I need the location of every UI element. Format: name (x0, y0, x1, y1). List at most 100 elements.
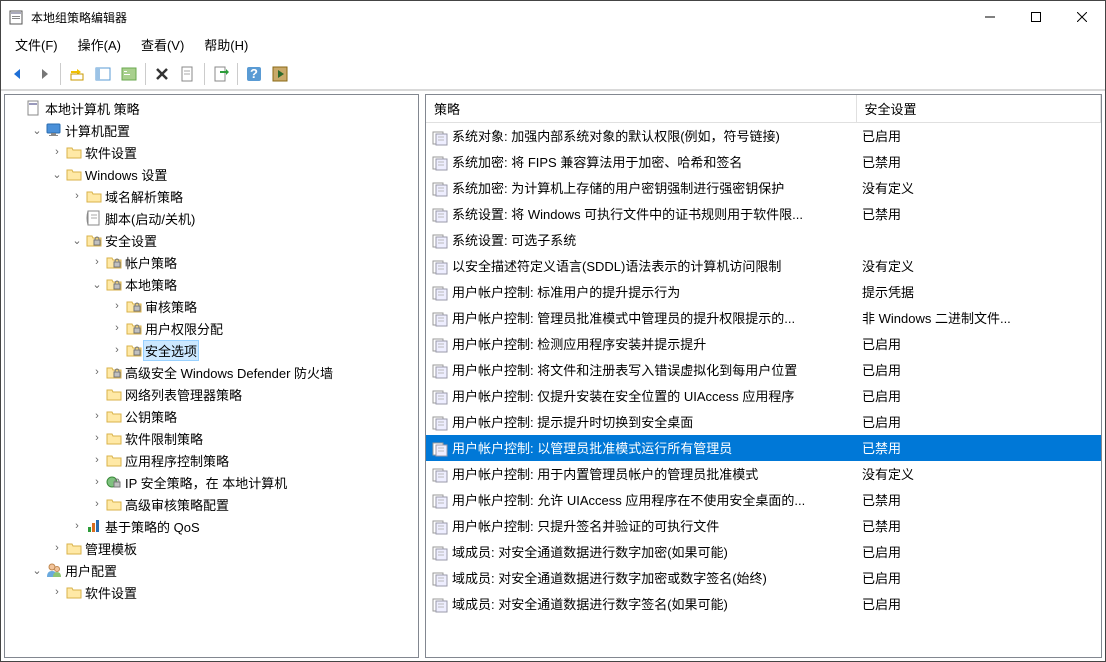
fold-icon (65, 144, 83, 160)
delete-button[interactable] (150, 62, 174, 86)
policy-row[interactable]: 用户帐户控制: 以管理员批准模式运行所有管理员已禁用 (426, 435, 1101, 461)
policy-row[interactable]: 用户帐户控制: 仅提升安装在安全位置的 UIAccess 应用程序已启用 (426, 383, 1101, 409)
user-icon (45, 562, 63, 578)
policy-row[interactable]: 用户帐户控制: 用于内置管理员帐户的管理员批准模式没有定义 (426, 461, 1101, 487)
expand-icon[interactable]: › (89, 410, 105, 422)
nav-back-button[interactable] (6, 62, 30, 86)
tree-node[interactable]: ›公钥策略 (5, 405, 418, 427)
expand-icon[interactable]: › (89, 432, 105, 444)
tree-node[interactable]: ›应用程序控制策略 (5, 449, 418, 471)
expand-icon[interactable]: › (69, 520, 85, 532)
tree-node[interactable]: › 域名解析策略 (5, 185, 418, 207)
policy-row[interactable]: 域成员: 对安全通道数据进行数字签名(如果可能)已启用 (426, 591, 1101, 617)
policy-row[interactable]: 系统设置: 可选子系统 (426, 227, 1101, 253)
export-button[interactable] (209, 62, 233, 86)
policy-name-cell: 用户帐户控制: 以管理员批准模式运行所有管理员 (426, 435, 856, 461)
close-button[interactable] (1059, 1, 1105, 33)
policy-value: 没有定义 (856, 461, 1101, 487)
policy-row[interactable]: 用户帐户控制: 只提升签名并验证的可执行文件已禁用 (426, 513, 1101, 539)
expand-icon[interactable]: › (49, 542, 65, 554)
maximize-button[interactable] (1013, 1, 1059, 33)
expand-icon[interactable]: › (109, 344, 125, 356)
expand-icon[interactable]: › (89, 476, 105, 488)
show-hide-tree-button[interactable] (91, 62, 115, 86)
policy-name: 以安全描述符定义语言(SDDL)语法表示的计算机访问限制 (452, 259, 781, 274)
policy-value: 没有定义 (856, 253, 1101, 279)
policy-row[interactable]: 用户帐户控制: 将文件和注册表写入错误虚拟化到每用户位置已启用 (426, 357, 1101, 383)
collapse-icon[interactable]: ⌄ (69, 234, 85, 247)
policy-row[interactable]: 域成员: 对安全通道数据进行数字加密(如果可能)已启用 (426, 539, 1101, 565)
up-button[interactable] (65, 62, 89, 86)
expand-icon[interactable]: › (89, 454, 105, 466)
tree-node[interactable]: ›软件设置 (5, 141, 418, 163)
policy-row[interactable]: 域成员: 对安全通道数据进行数字加密或数字签名(始终)已启用 (426, 565, 1101, 591)
expand-icon[interactable]: › (49, 586, 65, 598)
tree-node[interactable]: ›帐户策略 (5, 251, 418, 273)
minimize-button[interactable] (967, 1, 1013, 33)
properties-button[interactable] (117, 62, 141, 86)
tree-node[interactable]: 脚本(启动/关机) (5, 207, 418, 229)
sheet-button[interactable] (176, 62, 200, 86)
menu-view[interactable]: 查看(V) (131, 33, 194, 58)
tree-node[interactable]: ⌄计算机配置 (5, 119, 418, 141)
sec-icon (105, 364, 123, 380)
tree-node[interactable]: ⌄本地策略 (5, 273, 418, 295)
tree-node[interactable]: 本地计算机 策略 (5, 97, 418, 119)
tree-node[interactable]: ›管理模板 (5, 537, 418, 559)
expand-icon[interactable]: › (49, 146, 65, 158)
tree-node[interactable]: ⌄安全设置 (5, 229, 418, 251)
policy-row[interactable]: 系统对象: 加强内部系统对象的默认权限(例如，符号链接)已启用 (426, 123, 1101, 149)
tree-node[interactable]: ›用户权限分配 (5, 317, 418, 339)
collapse-icon[interactable]: ⌄ (29, 564, 45, 577)
policy-name-cell: 用户帐户控制: 只提升签名并验证的可执行文件 (426, 513, 856, 539)
expand-icon[interactable]: › (109, 322, 125, 334)
expand-icon[interactable]: › (69, 190, 85, 202)
policy-row[interactable]: 用户帐户控制: 允许 UIAccess 应用程序在不使用安全桌面的...已禁用 (426, 487, 1101, 513)
tree-pane[interactable]: 本地计算机 策略⌄计算机配置›软件设置⌄Windows 设置›域名解析策略脚本(… (4, 94, 419, 658)
policy-row[interactable]: 用户帐户控制: 检测应用程序安装并提示提升已启用 (426, 331, 1101, 357)
policy-row[interactable]: 用户帐户控制: 管理员批准模式中管理员的提升权限提示的...非 Windows … (426, 305, 1101, 331)
policy-icon (432, 571, 448, 587)
policy-row[interactable]: 用户帐户控制: 提示提升时切换到安全桌面已启用 (426, 409, 1101, 435)
collapse-icon[interactable]: ⌄ (89, 278, 105, 291)
policy-name-cell: 系统设置: 将 Windows 可执行文件中的证书规则用于软件限... (426, 201, 856, 227)
tree-node[interactable]: ›安全选项 (5, 339, 418, 361)
menu-file[interactable]: 文件(F) (5, 33, 68, 58)
menu-help[interactable]: 帮助(H) (194, 33, 258, 58)
policy-row[interactable]: 用户帐户控制: 标准用户的提升提示行为提示凭据 (426, 279, 1101, 305)
tree-node[interactable]: ›软件设置 (5, 581, 418, 603)
policy-row[interactable]: 系统加密: 将 FIPS 兼容算法用于加密、哈希和签名已禁用 (426, 149, 1101, 175)
tree-node[interactable]: ›高级审核策略配置 (5, 493, 418, 515)
policy-row[interactable]: 以安全描述符定义语言(SDDL)语法表示的计算机访问限制 没有定义 (426, 253, 1101, 279)
fold-icon (65, 166, 83, 182)
expand-icon[interactable]: › (89, 498, 105, 510)
tree-node[interactable]: ›IP 安全策略，在 本地计算机 (5, 471, 418, 493)
tree-node[interactable]: ›基于策略的 QoS (5, 515, 418, 537)
expand-icon[interactable]: › (89, 256, 105, 268)
policy-value: 已启用 (856, 409, 1101, 435)
policy-row[interactable]: 系统设置: 将 Windows 可执行文件中的证书规则用于软件限...已禁用 (426, 201, 1101, 227)
nav-forward-button[interactable] (32, 62, 56, 86)
help-button[interactable]: ? (242, 62, 266, 86)
run-button[interactable] (268, 62, 292, 86)
policy-value: 已启用 (856, 331, 1101, 357)
policy-row[interactable]: 系统加密: 为计算机上存储的用户密钥强制进行强密钥保护没有定义 (426, 175, 1101, 201)
expand-icon[interactable]: › (89, 366, 105, 378)
tree-node[interactable]: ›审核策略 (5, 295, 418, 317)
menubar: 文件(F) 操作(A) 查看(V) 帮助(H) (1, 33, 1105, 58)
collapse-icon[interactable]: ⌄ (29, 124, 45, 137)
tree-node[interactable]: 网络列表管理器策略 (5, 383, 418, 405)
tree-node[interactable]: ⌄Windows 设置 (5, 163, 418, 185)
tree-node[interactable]: ›软件限制策略 (5, 427, 418, 449)
collapse-icon[interactable]: ⌄ (49, 168, 65, 181)
tree-node[interactable]: ›高级安全 Windows Defender 防火墙 (5, 361, 418, 383)
column-setting[interactable]: 安全设置 (856, 95, 1101, 123)
list-pane[interactable]: 策略 安全设置 系统对象: 加强内部系统对象的默认权限(例如，符号链接)已启用系… (425, 94, 1102, 658)
fold-icon (105, 408, 123, 424)
expand-icon[interactable]: › (109, 300, 125, 312)
menu-action[interactable]: 操作(A) (68, 33, 131, 58)
tree-node[interactable]: ⌄用户配置 (5, 559, 418, 581)
column-policy[interactable]: 策略 (426, 95, 856, 123)
policy-name: 用户帐户控制: 将文件和注册表写入错误虚拟化到每用户位置 (452, 363, 797, 378)
tree-node-label: 域名解析策略 (103, 187, 185, 206)
